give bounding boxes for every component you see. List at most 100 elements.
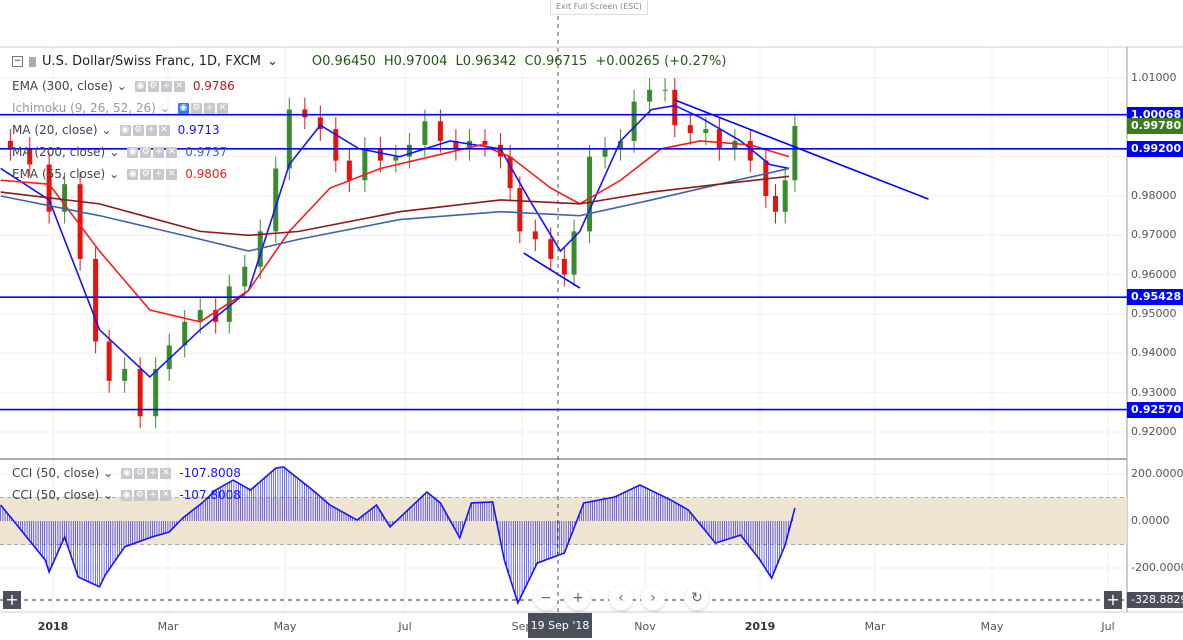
indicator-label[interactable]: CCI (50, close): [12, 488, 99, 502]
gear-icon[interactable]: ⚙: [147, 80, 159, 92]
scroll-left-button[interactable]: ‹: [609, 586, 633, 610]
cci-axis-tick: 200.0000: [1131, 467, 1183, 480]
ohlc-open: O0.96450: [311, 54, 376, 69]
price-axis-tick: 0.98000: [1131, 188, 1177, 202]
eye-icon[interactable]: ◉: [121, 489, 133, 501]
more-icon[interactable]: +: [203, 102, 215, 114]
indicator-legend[interactable]: EMA (55, close) ⌄ ◉ ⚙ + ✕ 0.9806: [12, 167, 227, 181]
indicator-line-ema-300-close-: [0, 175, 790, 237]
eye-icon[interactable]: ◉: [134, 80, 146, 92]
gear-icon[interactable]: ⚙: [132, 124, 144, 136]
indicator-value: 0.9806: [185, 167, 228, 181]
time-axis-tick: May: [980, 620, 1004, 633]
more-icon[interactable]: +: [153, 146, 165, 158]
crosshair-plus-left-button[interactable]: +: [3, 591, 21, 609]
chevron-down-icon[interactable]: ⌄: [103, 488, 113, 502]
indicator-label[interactable]: MA (20, close): [12, 123, 98, 137]
candle-body: [716, 129, 722, 149]
candle-body: [377, 148, 383, 161]
candle-body: [631, 101, 637, 141]
candle-body: [482, 140, 488, 145]
candle-body: [602, 148, 608, 157]
gear-icon[interactable]: ⚙: [134, 489, 146, 501]
time-axis-tick: 2019: [744, 620, 776, 633]
candle-body: [437, 121, 443, 141]
more-icon[interactable]: +: [147, 489, 159, 501]
crosshair-date-label: 19 Sep '18: [528, 613, 592, 638]
gear-icon[interactable]: ⚙: [140, 168, 152, 180]
close-icon[interactable]: ✕: [166, 146, 178, 158]
chevron-down-icon[interactable]: ⌄: [267, 54, 278, 69]
time-axis-tick: Jul: [1101, 620, 1115, 633]
time-axis-tick: Jul: [398, 620, 412, 633]
cci-band: [0, 497, 1127, 545]
candle-body: [393, 156, 399, 161]
more-icon[interactable]: +: [160, 80, 172, 92]
collapse-icon[interactable]: −: [12, 56, 23, 67]
chart-canvas[interactable]: [0, 0, 1183, 640]
exit-fullscreen-button[interactable]: Exit Full Screen (ESC): [550, 0, 648, 15]
indicator-label[interactable]: EMA (300, close): [12, 79, 113, 93]
close-icon[interactable]: ✕: [158, 124, 170, 136]
candle-body: [122, 369, 128, 381]
close-icon[interactable]: ✕: [166, 168, 178, 180]
gear-icon[interactable]: ⚙: [190, 102, 202, 114]
cci-axis-tick: -200.0000: [1131, 561, 1183, 574]
eye-icon[interactable]: ◉: [127, 168, 139, 180]
reset-chart-button[interactable]: ↻: [685, 586, 709, 610]
flag-icon: [29, 56, 36, 67]
scroll-right-button[interactable]: ›: [641, 586, 665, 610]
indicator-label[interactable]: Ichimoku (9, 26, 52, 26): [12, 101, 156, 115]
candle-body: [548, 239, 554, 259]
cci-cursor-label: -328.8829: [1127, 592, 1183, 608]
indicator-legend[interactable]: EMA (300, close) ⌄ ◉ ⚙ + ✕ 0.9786: [12, 79, 235, 93]
candle-body: [561, 258, 567, 275]
chevron-down-icon[interactable]: ⌄: [102, 123, 112, 137]
indicator-label[interactable]: CCI (50, close): [12, 466, 99, 480]
more-icon[interactable]: +: [145, 124, 157, 136]
eye-icon[interactable]: ◉: [127, 146, 139, 158]
indicator-legend[interactable]: Ichimoku (9, 26, 52, 26) ⌄ ◉ ⚙ + ✕: [12, 101, 236, 115]
close-icon[interactable]: ✕: [160, 467, 172, 479]
price-axis-tick: 0.92000: [1131, 424, 1177, 438]
price-axis-tick: 0.97000: [1131, 228, 1177, 242]
candle-body: [647, 89, 653, 102]
more-icon[interactable]: +: [153, 168, 165, 180]
chevron-down-icon[interactable]: ⌄: [160, 101, 170, 115]
candle-body: [286, 109, 292, 169]
zoom-in-button[interactable]: +: [566, 586, 590, 610]
indicator-controls: ◉ ⚙ + ✕: [177, 102, 228, 114]
eye-icon[interactable]: ◉: [119, 124, 131, 136]
zoom-out-button[interactable]: −: [534, 586, 558, 610]
gear-icon[interactable]: ⚙: [140, 146, 152, 158]
indicator-controls: ◉ ⚙ + ✕: [121, 489, 172, 501]
indicator-legend[interactable]: MA (200, close) ⌄ ◉ ⚙ + ✕ 0.9737: [12, 145, 227, 159]
indicator-legend[interactable]: MA (20, close) ⌄ ◉ ⚙ + ✕ 0.9713: [12, 123, 220, 137]
cci-legend[interactable]: CCI (50, close) ⌄ ◉ ⚙ + ✕ -107.8008: [12, 466, 241, 480]
candle-body: [662, 89, 668, 91]
chevron-down-icon[interactable]: ⌄: [117, 79, 127, 93]
candle-body: [687, 125, 693, 134]
gear-icon[interactable]: ⚙: [134, 467, 146, 479]
chevron-down-icon[interactable]: ⌄: [103, 466, 113, 480]
indicator-label[interactable]: MA (200, close): [12, 145, 105, 159]
indicator-value: 0.9713: [177, 123, 220, 137]
symbol-title[interactable]: U.S. Dollar/Swiss Franc, 1D, FXCM: [42, 54, 261, 69]
candle-body: [532, 231, 538, 240]
close-icon[interactable]: ✕: [216, 102, 228, 114]
eye-icon[interactable]: ◉: [177, 102, 189, 114]
price-axis-tick: 0.93000: [1131, 385, 1177, 399]
chevron-down-icon[interactable]: ⌄: [109, 167, 119, 181]
price-axis-tick: 0.95000: [1131, 306, 1177, 320]
candle-body: [422, 121, 428, 145]
crosshair-plus-right-button[interactable]: +: [1104, 591, 1122, 609]
time-axis-tick: 2018: [37, 620, 69, 633]
cci-legend[interactable]: CCI (50, close) ⌄ ◉ ⚙ + ✕ -107.8008: [12, 488, 241, 502]
more-icon[interactable]: +: [147, 467, 159, 479]
indicator-label[interactable]: EMA (55, close): [12, 167, 105, 181]
close-icon[interactable]: ✕: [173, 80, 185, 92]
eye-icon[interactable]: ◉: [121, 467, 133, 479]
candle-body: [106, 341, 112, 381]
chevron-down-icon[interactable]: ⌄: [109, 145, 119, 159]
close-icon[interactable]: ✕: [160, 489, 172, 501]
